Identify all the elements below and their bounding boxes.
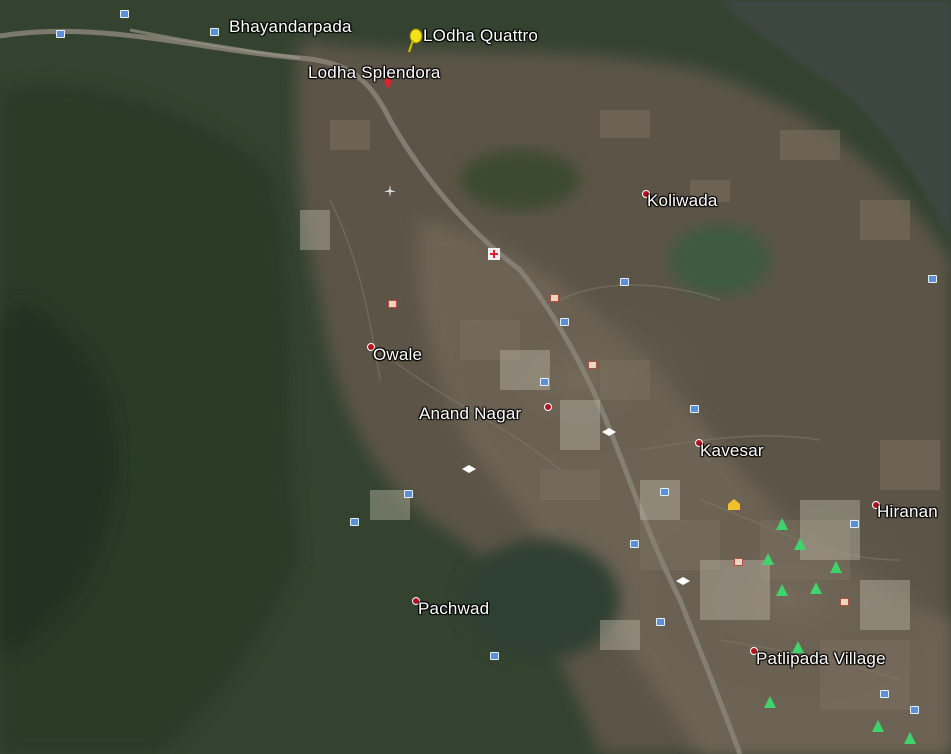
hospital-icon[interactable]	[488, 248, 500, 260]
park-icon[interactable]	[764, 696, 776, 708]
poi-icon[interactable]	[560, 318, 569, 326]
temple-icon[interactable]	[727, 498, 741, 510]
poi-icon[interactable]	[490, 652, 499, 660]
poi-icon[interactable]	[350, 518, 359, 526]
poi-icon[interactable]	[630, 540, 639, 548]
park-icon[interactable]	[872, 720, 884, 732]
place-label-bhayandarpada[interactable]: Bhayandarpada	[229, 17, 352, 37]
pushpin-icon[interactable]	[404, 28, 424, 54]
poi-icon[interactable]	[850, 520, 859, 528]
poi-icon[interactable]	[880, 690, 889, 698]
satellite-map[interactable]: Bhayandarpada LOdha Quattro Lodha Splend…	[0, 0, 951, 754]
poi-icon[interactable]	[928, 275, 937, 283]
school-icon[interactable]	[602, 428, 616, 438]
place-label-pachwad[interactable]: Pachwad	[418, 599, 489, 619]
poi-icon[interactable]	[404, 490, 413, 498]
park-icon[interactable]	[830, 561, 842, 573]
shop-icon[interactable]	[734, 558, 743, 566]
poi-icon[interactable]	[910, 706, 919, 714]
place-label-lodha-quattro[interactable]: LOdha Quattro	[423, 26, 538, 46]
place-label-koliwada[interactable]: Koliwada	[647, 191, 718, 211]
poi-icon[interactable]	[660, 488, 669, 496]
shop-icon[interactable]	[840, 598, 849, 606]
place-label-patlipada-village[interactable]: Patlipada Village	[756, 649, 886, 669]
shop-icon[interactable]	[550, 294, 559, 302]
park-icon[interactable]	[810, 582, 822, 594]
poi-icon[interactable]	[210, 28, 219, 36]
poi-icon[interactable]	[620, 278, 629, 286]
shop-icon[interactable]	[588, 361, 597, 369]
place-label-kavesar[interactable]: Kavesar	[700, 441, 764, 461]
park-icon[interactable]	[776, 584, 788, 596]
village-marker[interactable]	[544, 403, 552, 411]
school-icon[interactable]	[462, 465, 476, 475]
satellite-imagery	[0, 0, 951, 754]
place-label-anand-nagar[interactable]: Anand Nagar	[419, 404, 521, 424]
park-icon[interactable]	[794, 538, 806, 550]
poi-icon[interactable]	[656, 618, 665, 626]
place-label-hiranandani[interactable]: Hiranan	[877, 502, 938, 522]
airport-icon[interactable]	[383, 184, 397, 198]
place-label-owale[interactable]: Owale	[373, 345, 422, 365]
poi-icon[interactable]	[690, 405, 699, 413]
poi-icon[interactable]	[120, 10, 129, 18]
park-icon[interactable]	[776, 518, 788, 530]
shop-icon[interactable]	[388, 300, 397, 308]
park-icon[interactable]	[762, 553, 774, 565]
school-icon[interactable]	[676, 577, 690, 587]
poi-icon[interactable]	[56, 30, 65, 38]
place-label-lodha-splendora[interactable]: Lodha Splendora	[308, 63, 441, 83]
park-icon[interactable]	[904, 732, 916, 744]
poi-icon[interactable]	[540, 378, 549, 386]
